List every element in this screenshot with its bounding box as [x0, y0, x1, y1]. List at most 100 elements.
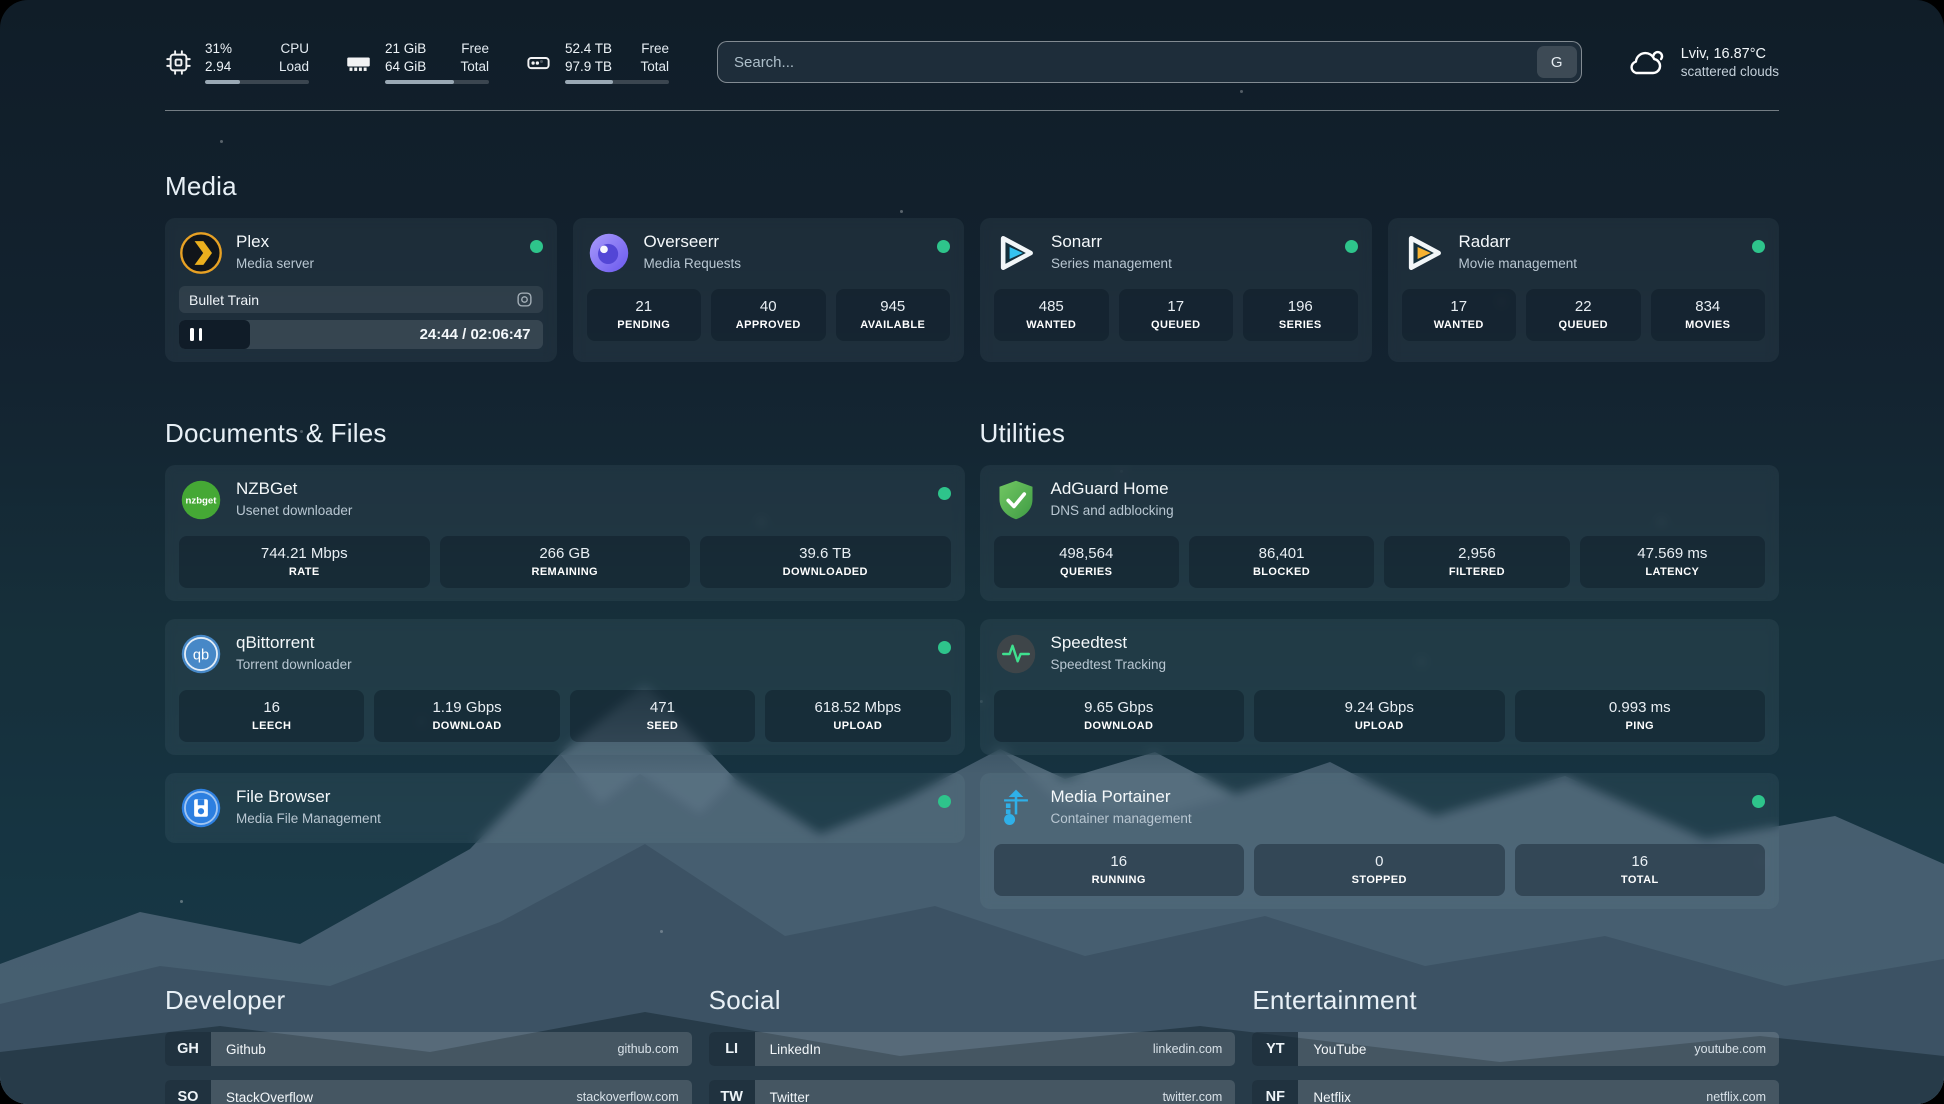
top-bar: 31% 2.94 CPU Load: [165, 40, 1779, 84]
bookmark-name: StackOverflow: [211, 1080, 577, 1104]
service-name: Overseerr: [644, 232, 925, 252]
service-subtitle: Series management: [1051, 256, 1332, 271]
bookmark-name: Twitter: [755, 1080, 1163, 1104]
svg-text:nzbget: nzbget: [186, 496, 218, 507]
stat-block: 16 LEECH: [179, 690, 364, 742]
bookmark-github[interactable]: GH Github github.com: [165, 1032, 692, 1066]
disk-values: 52.4 TB 97.9 TB: [565, 40, 612, 75]
service-card-sonarr[interactable]: Sonarr Series management 485 WANTED 17 Q…: [980, 218, 1372, 362]
bookmark-abbr: GH: [165, 1032, 211, 1066]
stat-block: 40 APPROVED: [711, 289, 826, 341]
resource-widgets: 31% 2.94 CPU Load: [165, 40, 669, 84]
status-dot: [1752, 795, 1765, 808]
bookmark-twitter[interactable]: TW Twitter twitter.com: [709, 1080, 1236, 1104]
bookmark-linkedin[interactable]: LI LinkedIn linkedin.com: [709, 1032, 1236, 1066]
bookmark-abbr: YT: [1252, 1032, 1298, 1066]
memory-icon: [345, 49, 372, 76]
service-card-filebrowser[interactable]: File Browser Media File Management: [165, 773, 965, 843]
cpu-progress-track: [205, 80, 309, 84]
playback-time: 24:44 / 02:06:47: [420, 326, 543, 343]
stat-block: 945 AVAILABLE: [836, 289, 951, 341]
resource-disk: 52.4 TB 97.9 TB Free Total: [525, 40, 669, 84]
service-subtitle: Container management: [1051, 811, 1740, 826]
service-card-qbittorrent[interactable]: qb qBittorrent Torrent downloader 16: [165, 619, 965, 755]
service-card-overseerr[interactable]: Overseerr Media Requests 21 PENDING 40 A…: [573, 218, 965, 362]
stat-block: 471 SEED: [570, 690, 755, 742]
service-card-plex[interactable]: Plex Media server Bullet Train: [165, 218, 557, 362]
search-input[interactable]: [717, 41, 1582, 83]
cpu-labels: CPU Load: [279, 40, 309, 75]
bookmark-url: github.com: [618, 1032, 692, 1066]
now-playing-view-icon[interactable]: [516, 291, 533, 308]
service-subtitle: Movie management: [1459, 256, 1740, 271]
status-dot: [938, 795, 951, 808]
bookmark-name: Github: [211, 1032, 618, 1066]
service-subtitle: Media File Management: [236, 811, 925, 826]
stat-block: 22 QUEUED: [1526, 289, 1641, 341]
dashboard-frame: 31% 2.94 CPU Load: [0, 0, 1944, 1104]
cpu-load: 2.94: [205, 58, 232, 76]
bookmark-stackoverflow[interactable]: SO StackOverflow stackoverflow.com: [165, 1080, 692, 1104]
stat-block: 744.21 Mbps RATE: [179, 536, 430, 588]
memory-labels: Free Total: [460, 40, 489, 75]
svg-text:qb: qb: [193, 648, 209, 664]
memory-free: 21 GiB: [385, 40, 426, 58]
stat-block: 196 SERIES: [1243, 289, 1358, 341]
service-subtitle: Torrent downloader: [236, 657, 925, 672]
bookmark-abbr: TW: [709, 1080, 755, 1104]
adguard-icon: [994, 478, 1038, 522]
cloud-icon: [1626, 45, 1668, 79]
section-utilities: Utilities AdGuard Home: [980, 418, 1780, 927]
sonarr-icon: [994, 231, 1038, 275]
service-subtitle: Usenet downloader: [236, 503, 925, 518]
bookmark-url: linkedin.com: [1153, 1032, 1235, 1066]
stat-block: 16 RUNNING: [994, 844, 1245, 896]
stat-block: 485 WANTED: [994, 289, 1109, 341]
bookmark-url: stackoverflow.com: [577, 1080, 692, 1104]
radarr-icon: [1402, 231, 1446, 275]
stat-block: 86,401 BLOCKED: [1189, 536, 1374, 588]
status-dot: [1345, 240, 1358, 253]
service-card-speedtest[interactable]: Speedtest Speedtest Tracking 9.65 Gbps D…: [980, 619, 1780, 755]
disk-labels: Free Total: [640, 40, 669, 75]
cpu-values: 31% 2.94: [205, 40, 232, 75]
service-name: Speedtest: [1051, 633, 1740, 653]
service-card-adguard[interactable]: AdGuard Home DNS and adblocking 498,564 …: [980, 465, 1780, 601]
memory-progress-track: [385, 80, 489, 84]
service-subtitle: Media server: [236, 256, 517, 271]
bookmark-group-entertainment: Entertainment YT YouTube youtube.com NF …: [1252, 985, 1779, 1104]
memory-total: 64 GiB: [385, 58, 426, 76]
service-card-radarr[interactable]: Radarr Movie management 17 WANTED 22 QUE…: [1388, 218, 1780, 362]
header-divider: [165, 110, 1779, 111]
bookmark-abbr: SO: [165, 1080, 211, 1104]
now-playing-row[interactable]: Bullet Train: [179, 286, 543, 313]
bookmark-netflix[interactable]: NF Netflix netflix.com: [1252, 1080, 1779, 1104]
section-title-developer: Developer: [165, 985, 692, 1016]
cpu-icon: [165, 49, 192, 76]
weather-condition: scattered clouds: [1681, 64, 1779, 79]
stat-block: 498,564 QUERIES: [994, 536, 1179, 588]
status-dot: [937, 240, 950, 253]
bookmark-youtube[interactable]: YT YouTube youtube.com: [1252, 1032, 1779, 1066]
search-provider-button[interactable]: G: [1537, 46, 1577, 78]
pause-icon[interactable]: [190, 328, 202, 341]
stat-block: 266 GB REMAINING: [440, 536, 691, 588]
speedtest-icon: [994, 632, 1038, 676]
stat-block: 1.19 Gbps DOWNLOAD: [374, 690, 559, 742]
service-name: NZBGet: [236, 479, 925, 499]
service-name: AdGuard Home: [1051, 479, 1740, 499]
section-documents: Documents & Files nzbget NZBGet Usenet d…: [165, 418, 965, 927]
bookmark-abbr: NF: [1252, 1080, 1298, 1104]
qbittorrent-icon: qb: [179, 632, 223, 676]
bookmark-url: youtube.com: [1694, 1032, 1779, 1066]
bookmark-group-social: Social LI LinkedIn linkedin.com TW Twitt…: [709, 985, 1236, 1104]
stat-block: 21 PENDING: [587, 289, 702, 341]
now-playing-title: Bullet Train: [189, 292, 259, 308]
service-name: qBittorrent: [236, 633, 925, 653]
stat-block: 618.52 Mbps UPLOAD: [765, 690, 950, 742]
weather-location-temp: Lviv, 16.87°C: [1681, 46, 1779, 62]
service-name: Sonarr: [1051, 232, 1332, 252]
service-card-nzbget[interactable]: nzbget NZBGet Usenet downloader 744.21 M…: [165, 465, 965, 601]
bookmark-name: Netflix: [1298, 1080, 1706, 1104]
service-card-portainer[interactable]: Media Portainer Container management 16 …: [980, 773, 1780, 909]
